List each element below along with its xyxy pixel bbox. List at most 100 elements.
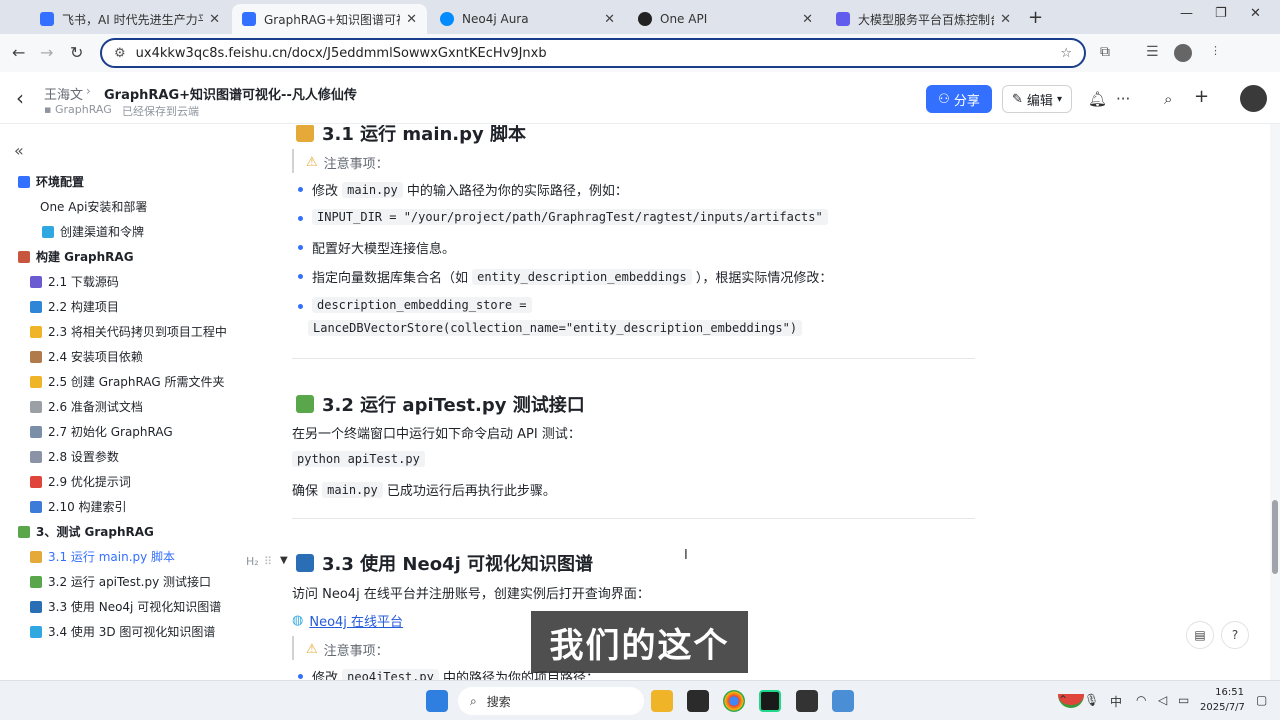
toc-item[interactable]: 2.6 准备测试文档 [30,398,143,415]
doc-outline-icon[interactable]: ▤ [1186,621,1214,649]
breadcrumb-owner[interactable]: 王海文 [44,84,83,103]
taskbar-search[interactable]: ⌕ 搜索 [458,687,1084,715]
toc-item[interactable]: 2.7 初始化 GraphRAG [30,423,173,440]
heading-3-2[interactable]: 3.2 运行 apiTest.py 测试接口 [296,391,585,417]
profile-icon[interactable] [1174,44,1192,62]
tab-bailian[interactable]: 大模型服务平台百炼控制台 ✕ [826,4,1021,34]
share-button[interactable]: ⚇ 分享 [926,85,992,113]
ime-indicator[interactable]: 中 [1110,693,1122,710]
browser-tab-bar: 飞书，AI 时代先进生产力平台 ✕ GraphRAG+知识图谱可视化- ✕ Ne… [0,0,1280,34]
close-icon[interactable]: ✕ [1000,12,1011,27]
window-close-icon[interactable]: ✕ [1250,6,1261,21]
more-icon[interactable]: ··· [1116,90,1130,108]
drag-handle-icon[interactable]: ⠿ [264,555,272,568]
toc-item[interactable]: 2.1 下载源码 [30,273,119,290]
bell-icon[interactable]: 🔔︎ [1088,90,1107,108]
collapse-triangle-icon[interactable]: ▼ [280,555,288,566]
toc-item[interactable]: 2.5 创建 GraphRAG 所需文件夹 [30,373,225,390]
toc-item[interactable]: 3.2 运行 apiTest.py 测试接口 [30,573,211,590]
url-field[interactable]: ⚙ ux4kkw3qc8s.feishu.cn/docx/J5eddmmlSow… [100,38,1086,68]
tab-graphrag-doc[interactable]: GraphRAG+知识图谱可视化- ✕ [232,4,427,34]
toc-item[interactable]: 3.1 运行 main.py 脚本 [30,548,175,565]
edit-button[interactable]: ✎ 编辑 ▾ [1002,85,1072,113]
avatar[interactable] [1240,85,1267,112]
clock[interactable]: 16:51 2025/7/7 [1200,685,1245,715]
extensions-icon[interactable]: ⧉ [1100,44,1110,60]
heading-level-tag[interactable]: H₂ [246,555,259,568]
toc-item[interactable]: 2.8 设置参数 [30,448,119,465]
tab-feishu[interactable]: 飞书，AI 时代先进生产力平台 ✕ [30,4,230,34]
toc-item-icon [30,375,42,388]
windows-start-icon[interactable] [426,690,448,712]
toc-item-label: One Api安装和部署 [40,200,148,214]
forward-icon[interactable]: → [40,43,53,62]
terminal-icon[interactable] [796,690,818,712]
wifi-icon[interactable]: ◠ [1136,693,1146,707]
folder-label[interactable]: ▪ GraphRAG [44,103,112,116]
add-icon[interactable]: + [1194,86,1209,107]
toc-item[interactable]: 环境配置 [18,173,84,190]
toc-item[interactable]: 3、测试 GraphRAG [18,523,154,540]
tab-neo4j[interactable]: Neo4j Aura ✕ [430,4,625,34]
maximize-icon[interactable]: ❐ [1215,6,1227,21]
text: 确保 [292,484,319,499]
toc-item[interactable]: 3.4 使用 3D 图可视化知识图谱 [30,623,215,640]
inline-code: INPUT_DIR = "/your/project/path/Graphrag… [312,209,828,225]
help-icon[interactable]: ? [1221,621,1249,649]
inline-code: LanceDBVectorStore(collection_name="enti… [308,320,803,336]
toc-item-icon [30,275,42,288]
media-icon[interactable]: ☰ [1146,44,1159,60]
back-icon[interactable]: ← [12,43,25,62]
toc-item[interactable]: One Api安装和部署 [40,198,147,215]
toc-item-label: 2.4 安装项目依赖 [48,350,143,364]
toc-item[interactable]: 2.4 安装项目依赖 [30,348,143,365]
pycharm-icon[interactable] [759,690,781,712]
microphone-icon[interactable]: 🎙︎ [1084,693,1099,707]
toc-item[interactable]: 2.3 将相关代码拷贝到项目工程中 [30,323,227,340]
close-icon[interactable]: ✕ [802,12,813,27]
bullet-dot [298,216,303,221]
back-arrow-icon[interactable]: ‹ [16,86,24,110]
new-tab-button[interactable]: + [1028,7,1043,28]
battery-icon[interactable]: ▭ [1178,693,1189,707]
toc-item-label: 2.8 设置参数 [48,450,119,464]
neo4j-link[interactable]: Neo4j 在线平台 [309,611,403,630]
speaker-icon[interactable]: ◁ [1158,693,1167,707]
toc-item[interactable]: 2.9 优化提示词 [30,473,131,490]
notification-icon[interactable]: ▢ [1256,693,1267,707]
favorite-star-icon[interactable]: ☆ [320,84,332,99]
scroll-thumb[interactable] [1272,500,1278,574]
heading-3-1[interactable]: 3.1 运行 main.py 脚本 [296,125,526,146]
reload-icon[interactable]: ↻ [70,43,83,62]
inline-code: main.py [342,181,403,198]
site-info-icon[interactable]: ⚙ [114,46,126,61]
toc-item[interactable]: 构建 GraphRAG [18,248,134,265]
paragraph: 在另一个终端窗口中运行如下命令启动 API 测试： [292,427,581,442]
bookmark-star-icon[interactable]: ☆ [1060,46,1072,61]
tab-one-api[interactable]: One API ✕ [628,4,823,34]
collapse-sidebar-icon[interactable]: « [14,141,24,160]
search-icon[interactable]: ⌕ [1164,90,1172,108]
capcut-icon[interactable] [687,690,709,712]
toc-item[interactable]: 创建渠道和令牌 [42,223,144,240]
toc-item-icon [30,625,42,638]
page-title[interactable]: GraphRAG+知识图谱可视化--凡人修仙传 [104,84,357,103]
inline-code: entity_description_embeddings [472,268,692,285]
minimize-icon[interactable]: — [1180,6,1193,21]
notepad-icon[interactable] [832,690,854,712]
chevron-up-icon[interactable]: ⌃ [1058,693,1068,707]
toc-item[interactable]: 2.2 构建项目 [30,298,119,315]
chrome-icon[interactable] [723,690,745,712]
callout-bar [292,636,294,660]
page-scrollbar[interactable] [1270,124,1280,680]
toc-item-icon [30,600,42,613]
heading-3-3[interactable]: 3.3 使用 Neo4j 可视化知识图谱 [296,550,593,576]
file-explorer-icon[interactable] [651,690,673,712]
close-icon[interactable]: ✕ [604,12,615,27]
close-icon[interactable]: ✕ [209,12,220,27]
toc-item[interactable]: 2.10 构建索引 [30,498,127,515]
close-icon[interactable]: ✕ [406,12,417,27]
text: 指定向量数据库集合名（如 [312,271,469,286]
menu-icon[interactable]: ⋮ [1210,44,1221,57]
toc-item[interactable]: 3.3 使用 Neo4j 可视化知识图谱 [30,598,221,615]
